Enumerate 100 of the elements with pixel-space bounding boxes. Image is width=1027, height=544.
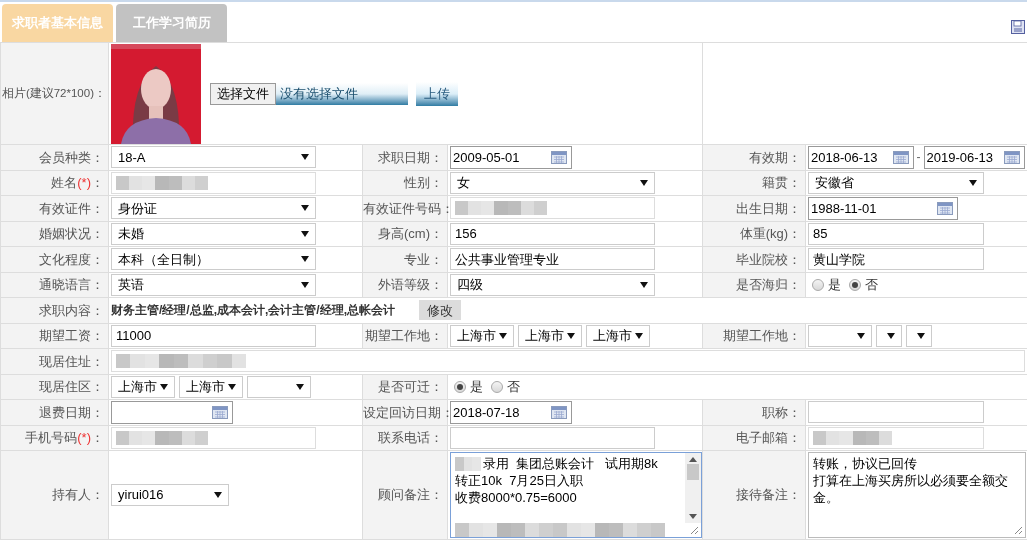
dropdown[interactable]: 英语 [111, 273, 316, 296]
text-field[interactable] [111, 171, 316, 194]
dropdown[interactable]: 18-A [111, 146, 316, 169]
text-field[interactable]: 156 [450, 222, 655, 245]
date-field[interactable]: 2009-05-01 [450, 145, 572, 169]
dropdown[interactable]: 身份证 [111, 197, 316, 220]
field-label: 退费日期： [39, 404, 104, 420]
caret-icon [857, 332, 865, 339]
field-label: 接待备注： [736, 487, 801, 503]
field-label: 体重(kg)： [739, 226, 801, 241]
resize-grip-icon[interactable] [690, 526, 699, 535]
field-label: 籍贯： [762, 175, 801, 190]
calendar-icon[interactable] [551, 405, 567, 419]
caret-icon [917, 332, 925, 339]
date-field[interactable] [111, 400, 233, 424]
caret-icon [499, 332, 507, 339]
field-label: 通晓语言： [39, 277, 104, 292]
caret-icon [301, 281, 309, 288]
text-field[interactable] [111, 426, 316, 449]
calendar-icon[interactable] [551, 150, 567, 164]
field-label: 相片(建议72*100)： [1, 86, 106, 99]
date-field[interactable]: 2018-07-18 [450, 400, 572, 424]
caret-icon [301, 256, 309, 263]
radio-option[interactable]: 否 [849, 275, 878, 295]
calendar-icon[interactable] [1004, 150, 1020, 164]
field-label: 期望工作地： [723, 328, 801, 343]
caret-icon [635, 332, 643, 339]
date-field[interactable]: 1988-11-01 [808, 196, 958, 220]
radio-button[interactable] [491, 380, 503, 393]
field-label: 联系电话： [378, 430, 443, 445]
text-field[interactable]: 公共事业管理专业 [450, 248, 655, 271]
field-label: 专业： [404, 251, 443, 267]
dropdown[interactable]: yirui016 [111, 484, 229, 506]
field-label: 出生日期： [736, 200, 801, 216]
dropdown[interactable] [876, 324, 902, 347]
calendar-icon[interactable] [892, 150, 909, 164]
text-field[interactable] [450, 426, 655, 449]
field-label: 求职内容： [39, 302, 104, 318]
date-field[interactable]: 2019-06-13 [923, 145, 1025, 169]
scroll-thumb[interactable] [687, 464, 699, 480]
caret-icon [301, 230, 309, 237]
caret-icon [567, 332, 575, 339]
upload-button[interactable]: 上传 [416, 81, 458, 106]
field-label: 现居住址： [39, 353, 104, 369]
range-separator: - [916, 149, 921, 167]
dropdown[interactable]: 安徽省 [808, 171, 984, 194]
file-name-field: 没有选择文件 [276, 82, 408, 105]
caret-icon [160, 383, 168, 390]
edit-button[interactable]: 修改 [419, 300, 461, 321]
text-field[interactable]: 黄山学院 [808, 248, 984, 271]
scrollbar[interactable] [685, 453, 701, 523]
resize-grip-icon[interactable] [1014, 526, 1023, 535]
dropdown[interactable] [906, 324, 932, 347]
field-label: 性别： [404, 175, 443, 190]
dropdown[interactable]: 未婚 [111, 222, 316, 245]
calendar-icon[interactable] [212, 405, 228, 419]
dropdown[interactable]: 本科（全日制） [111, 248, 316, 271]
note-line: 转账，协议已回传 [813, 455, 918, 472]
dropdown[interactable]: 上海市 [450, 324, 514, 347]
field-label: 姓名(*)： [51, 175, 104, 190]
dropdown[interactable]: 上海市 [586, 324, 650, 347]
calendar-icon[interactable] [937, 201, 953, 215]
scroll-down-icon[interactable] [689, 514, 697, 519]
field-label: 外语等级： [378, 277, 443, 292]
radio-option[interactable]: 是 [454, 377, 483, 397]
dropdown[interactable]: 上海市 [179, 375, 243, 398]
text-field[interactable] [808, 426, 984, 449]
text-field[interactable] [808, 401, 984, 424]
note-line: 转正10k 7月25日入职 [455, 472, 584, 489]
text-field[interactable] [111, 350, 1025, 373]
radio-button[interactable] [849, 278, 861, 291]
radio-button[interactable] [454, 380, 466, 393]
note-line: 收费8000*0.75=6000 [455, 489, 578, 506]
caret-icon [887, 332, 895, 339]
field-label: 身高(cm)： [378, 226, 443, 241]
dropdown[interactable]: 女 [450, 171, 655, 194]
dropdown[interactable]: 四级 [450, 273, 655, 296]
scroll-up-icon[interactable] [689, 457, 697, 462]
dropdown[interactable]: 上海市 [518, 324, 582, 347]
field-label: 婚姻状况： [39, 226, 104, 241]
choose-file-button[interactable]: 选择文件 [210, 82, 276, 105]
field-label: 求职日期： [378, 149, 443, 165]
radio-button[interactable] [812, 278, 824, 291]
caret-icon [640, 281, 648, 288]
text-field[interactable] [450, 197, 655, 220]
radio-option[interactable]: 是 [812, 275, 841, 295]
field-label: 毕业院校： [736, 251, 801, 267]
dropdown[interactable]: 上海市 [111, 375, 175, 398]
caret-icon [969, 179, 977, 186]
save-icon[interactable] [1011, 20, 1025, 34]
textarea[interactable]: 录用 集团总账会计 试用期8k 转正10k 7月25日入职 收费8000*0.75=6000 [450, 452, 702, 538]
text-field[interactable]: 85 [808, 222, 984, 245]
note-line: 打算在上海买房所以必须要全额交金。 [813, 472, 1009, 506]
field-label: 职称： [762, 404, 801, 420]
textarea[interactable]: 转账，协议已回传 打算在上海买房所以必须要全额交金。 [808, 452, 1026, 538]
field-label: 是否海归： [736, 277, 801, 292]
text-field[interactable]: 11000 [111, 324, 316, 347]
field-label: 会员种类： [39, 149, 104, 165]
radio-option[interactable]: 否 [491, 377, 520, 397]
date-field[interactable]: 2018-06-13 [808, 145, 914, 169]
